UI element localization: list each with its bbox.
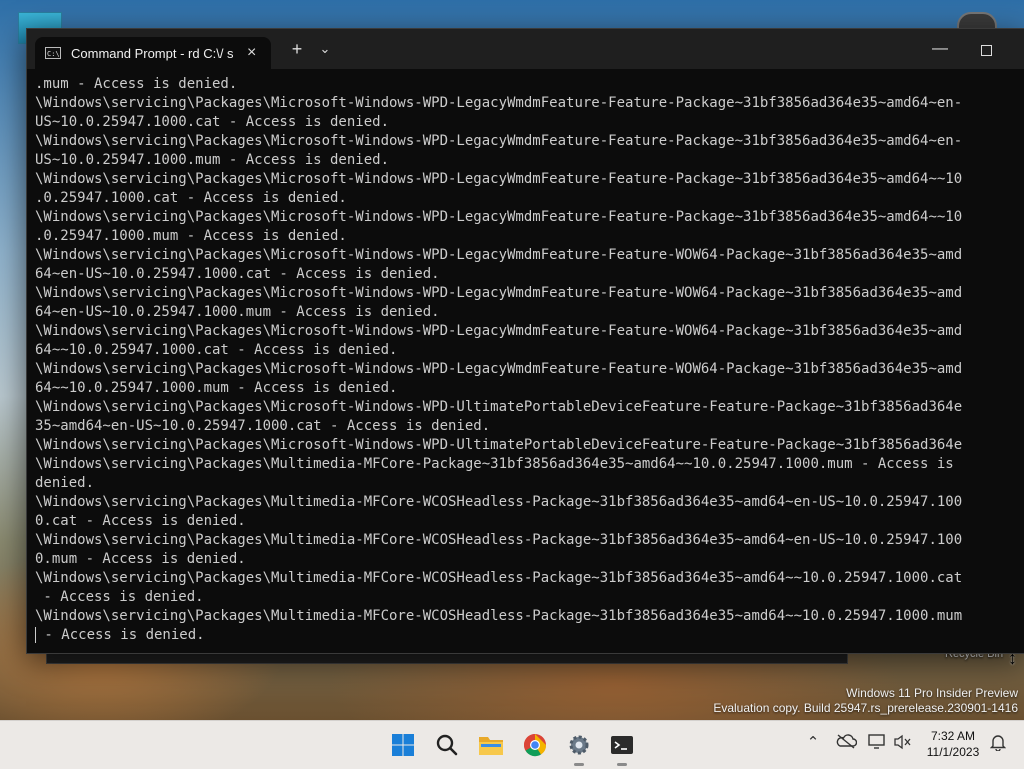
new-tab-button[interactable]: + xyxy=(283,35,311,63)
watermark-build: Evaluation copy. Build 25947.rs_prerelea… xyxy=(713,701,1018,715)
terminal-button[interactable] xyxy=(606,729,638,766)
title-bar[interactable]: C:\ Command Prompt - rd C:\/ s × + ⌄ — xyxy=(27,29,1024,69)
console-line: \Windows\servicing\Packages\Microsoft-Wi… xyxy=(35,361,963,377)
console-line: \Windows\servicing\Packages\Microsoft-Wi… xyxy=(35,285,963,301)
console-line: \Windows\servicing\Packages\Microsoft-Wi… xyxy=(35,171,963,187)
minimize-button[interactable]: — xyxy=(925,35,955,63)
console-line: \Windows\servicing\Packages\Microsoft-Wi… xyxy=(35,95,963,111)
gear-icon xyxy=(569,735,589,755)
tab-title: Command Prompt - rd C:\/ s xyxy=(71,45,234,61)
onedrive-icon[interactable] xyxy=(834,733,858,757)
console-line: - Access is denied. xyxy=(35,627,205,643)
system-clock[interactable]: 7:32 AM 11/1/2023 xyxy=(920,728,986,760)
start-button[interactable] xyxy=(387,729,419,761)
command-prompt-icon: C:\ xyxy=(45,47,61,59)
console-line: US~10.0.25947.1000.mum - Access is denie… xyxy=(35,152,390,168)
maximize-icon xyxy=(980,44,992,56)
clock-date: 11/1/2023 xyxy=(926,745,980,759)
running-indicator xyxy=(574,763,584,766)
console-line: 0.cat - Access is denied. xyxy=(35,513,246,529)
chrome-icon xyxy=(524,734,547,757)
network-icon[interactable] xyxy=(866,733,888,757)
console-line: \Windows\servicing\Packages\Multimedia-M… xyxy=(35,494,963,510)
console-line: \Windows\servicing\Packages\Microsoft-Wi… xyxy=(35,437,963,453)
windows-watermark: Windows 11 Pro Insider Preview Evaluatio… xyxy=(713,686,1018,716)
console-line: 35~amd64~en-US~10.0.25947.1000.cat - Acc… xyxy=(35,418,491,434)
console-line: \Windows\servicing\Packages\Microsoft-Wi… xyxy=(35,247,963,263)
windows-logo-icon xyxy=(392,734,414,756)
watermark-edition: Windows 11 Pro Insider Preview xyxy=(846,686,1018,700)
text-cursor xyxy=(35,627,36,643)
console-line: \Windows\servicing\Packages\Microsoft-Wi… xyxy=(35,209,963,225)
console-line: 64~en-US~10.0.25947.1000.cat - Access is… xyxy=(35,266,440,282)
console-line: 0.mum - Access is denied. xyxy=(35,551,246,567)
terminal-window[interactable]: C:\ Command Prompt - rd C:\/ s × + ⌄ — .… xyxy=(26,28,1024,654)
folder-icon xyxy=(479,737,503,755)
console-line: 64~~10.0.25947.1000.cat - Access is deni… xyxy=(35,342,398,358)
console-line: .0.25947.1000.cat - Access is denied. xyxy=(35,190,347,206)
maximize-button[interactable] xyxy=(971,35,1001,63)
console-line: \Windows\servicing\Packages\Multimedia-M… xyxy=(35,532,963,548)
notification-bell-icon[interactable] xyxy=(988,733,1008,757)
file-explorer-button[interactable] xyxy=(475,729,507,761)
console-line: \Windows\servicing\Packages\Multimedia-M… xyxy=(35,608,963,624)
chrome-button[interactable] xyxy=(519,729,551,761)
taskbar: ⌃ 7:32 AM 11/1/2023 xyxy=(0,720,1024,769)
console-line: \Windows\servicing\Packages\Multimedia-M… xyxy=(35,456,954,472)
console-line: 64~en-US~10.0.25947.1000.mum - Access is… xyxy=(35,304,440,320)
search-button[interactable] xyxy=(431,729,463,761)
console-line: \Windows\servicing\Packages\Multimedia-M… xyxy=(35,570,963,586)
show-hidden-icons-chevron-icon[interactable]: ⌃ xyxy=(804,733,822,757)
console-line: \Windows\servicing\Packages\Microsoft-Wi… xyxy=(35,323,963,339)
running-indicator xyxy=(617,763,627,766)
tab-command-prompt[interactable]: C:\ Command Prompt - rd C:\/ s × xyxy=(35,37,271,69)
search-icon xyxy=(436,734,458,756)
console-line: - Access is denied. xyxy=(35,589,204,605)
console-line: .0.25947.1000.mum - Access is denied. xyxy=(35,228,347,244)
console-line: .mum - Access is denied. xyxy=(35,76,238,92)
tab-close-icon[interactable]: × xyxy=(247,44,256,62)
volume-muted-icon[interactable] xyxy=(892,733,914,757)
console-line: 64~~10.0.25947.1000.mum - Access is deni… xyxy=(35,380,398,396)
settings-button[interactable] xyxy=(563,729,595,766)
tab-dropdown-chevron-icon[interactable]: ⌄ xyxy=(313,35,337,63)
console-line: US~10.0.25947.1000.cat - Access is denie… xyxy=(35,114,390,130)
console-line: denied. xyxy=(35,475,95,491)
console-output[interactable]: .mum - Access is denied. \Windows\servici… xyxy=(35,75,1024,649)
terminal-icon xyxy=(611,736,633,754)
clock-time: 7:32 AM xyxy=(930,729,976,743)
console-line: \Windows\servicing\Packages\Microsoft-Wi… xyxy=(35,399,963,415)
console-line: \Windows\servicing\Packages\Microsoft-Wi… xyxy=(35,133,963,149)
